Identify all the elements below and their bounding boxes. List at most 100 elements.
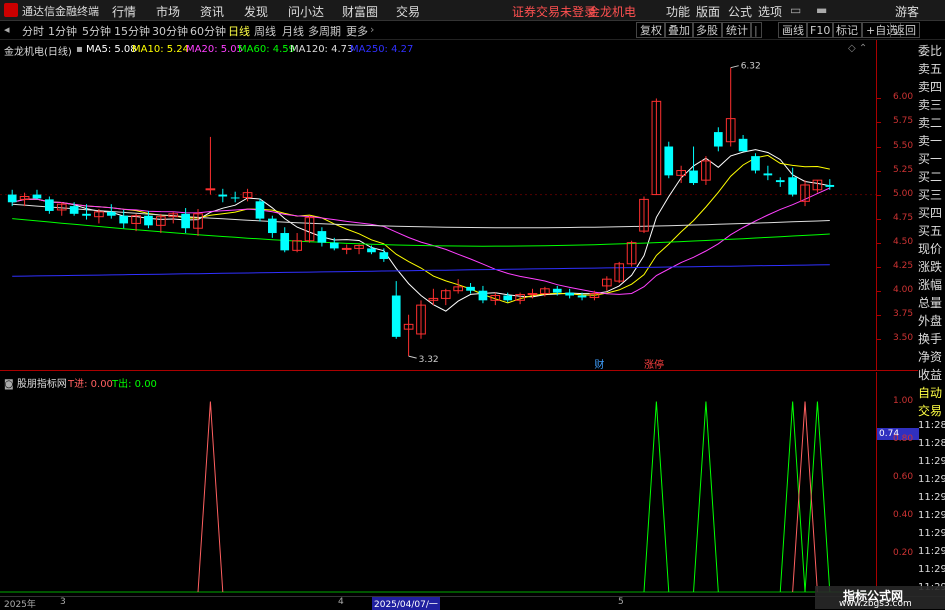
candle <box>453 279 464 294</box>
quote-panel-item[interactable]: 11:29 <box>918 528 945 539</box>
candle <box>565 288 574 299</box>
candle <box>280 227 290 253</box>
menu-market-quotes[interactable]: 行情 <box>112 3 136 20</box>
quote-panel-item[interactable]: 11:29 <box>918 474 945 485</box>
price-tick-label: 4.25 <box>893 260 914 271</box>
quote-panel-item: 买三 <box>918 188 943 202</box>
ma20-line <box>12 187 831 295</box>
price-tick-mark <box>877 290 881 292</box>
candle-body <box>478 290 488 301</box>
candle <box>800 180 810 207</box>
quote-panel-item[interactable]: 11:28 <box>918 420 945 431</box>
candle <box>218 188 228 203</box>
kline-chart[interactable]: 6.32 3.32 财 涨停 <box>0 40 876 370</box>
time-label-month-5: 5 <box>618 597 624 607</box>
period-1min[interactable]: 1分钟 <box>48 23 77 39</box>
quote-panel-item[interactable]: 11:28 <box>918 438 945 449</box>
event-label-finance: 财 <box>594 358 604 370</box>
indicator-chart[interactable] <box>0 372 876 594</box>
quote-panel-item: 卖二 <box>918 116 943 130</box>
restore-right-button[interactable]: 复权 <box>636 22 666 38</box>
candle <box>268 215 277 238</box>
price-tick-label: 4.75 <box>893 212 914 223</box>
collapse-icon[interactable]: ◂ <box>4 23 10 36</box>
candle <box>304 215 315 243</box>
period-daily[interactable]: 日线 <box>228 23 250 39</box>
candle-body <box>69 206 79 214</box>
candle-body <box>738 138 748 152</box>
quote-panel-item: 外盘 <box>918 314 943 328</box>
menu-function[interactable]: 功能 <box>666 3 690 20</box>
menu-options[interactable]: 选项 <box>758 3 782 20</box>
quote-panel-item[interactable]: 交易 <box>918 402 945 419</box>
ma250-line <box>12 264 830 277</box>
candle <box>156 213 166 234</box>
mark-button[interactable]: 标记 <box>832 22 862 38</box>
period-30min[interactable]: 30分钟 <box>152 23 188 39</box>
price-tick-mark <box>877 242 881 244</box>
login-notice[interactable]: 证券交易未登录 <box>512 3 596 20</box>
app-name: 通达信金融终端 <box>22 5 99 18</box>
candle-body <box>45 199 54 211</box>
candle-body <box>106 211 116 216</box>
statistics-button[interactable]: 统计 <box>722 22 752 38</box>
candle-body <box>230 197 240 199</box>
period-more[interactable]: 更多 <box>346 23 368 39</box>
quote-panel-item[interactable]: 11:29 <box>918 492 945 503</box>
candle-body <box>689 170 698 184</box>
menu-ask[interactable]: 问小达 <box>288 3 324 20</box>
price-tick-label: 4.50 <box>893 236 914 247</box>
user-guest[interactable]: 游客 <box>895 3 919 20</box>
period-multi[interactable]: 多周期 <box>308 23 341 39</box>
quote-panel-item: 卖五 <box>918 62 943 76</box>
price-tick-label: 3.50 <box>893 332 914 343</box>
high-price-label: 6.32 <box>741 62 761 72</box>
menu-wealth[interactable]: 财富圈 <box>342 3 378 20</box>
period-monthly[interactable]: 月线 <box>282 23 304 39</box>
quote-panel-item[interactable]: 自动 <box>918 384 945 401</box>
candle <box>601 276 612 291</box>
period-5min[interactable]: 5分钟 <box>82 23 111 39</box>
candle <box>466 283 475 294</box>
candle <box>7 189 17 207</box>
multi-stock-button[interactable]: 多股 <box>692 22 722 38</box>
quote-panel-item[interactable]: 11:29 <box>918 546 945 557</box>
quote-panel-item[interactable]: 11:29 <box>918 510 945 521</box>
candle <box>32 189 42 200</box>
draw-line-button[interactable]: 画线 <box>778 22 808 38</box>
f10-button[interactable]: F10 <box>806 22 835 38</box>
candle-body <box>280 233 290 251</box>
candle-body <box>367 248 376 253</box>
period-15min[interactable]: 15分钟 <box>114 23 150 39</box>
candle <box>181 208 190 234</box>
menu-discover[interactable]: 发现 <box>244 3 268 20</box>
menu-trade[interactable]: 交易 <box>396 3 420 20</box>
signal-peak <box>804 401 831 593</box>
candle <box>614 261 625 284</box>
app-logo-icon <box>4 3 18 17</box>
period-weekly[interactable]: 周线 <box>254 23 276 39</box>
candle <box>56 202 67 216</box>
candle <box>775 177 785 187</box>
price-tick-label: 5.25 <box>893 164 914 175</box>
menu-news[interactable]: 资讯 <box>200 3 224 20</box>
back-button[interactable]: 返回 <box>890 22 920 38</box>
price-tick-label: 3.75 <box>893 308 914 319</box>
quote-panel-item: 涨幅 <box>918 278 943 292</box>
indicator-tick-label: 1.00 <box>893 395 914 406</box>
menu-market[interactable]: 市场 <box>156 3 180 20</box>
indicator-tick-label: 0.60 <box>893 471 914 482</box>
overlay-button[interactable]: 叠加 <box>664 22 694 38</box>
more-arrow-icon[interactable]: › <box>370 23 374 36</box>
candle <box>788 167 797 197</box>
quote-panel-item[interactable]: 11:29 <box>918 456 945 467</box>
period-60min[interactable]: 60分钟 <box>190 23 226 39</box>
menu-formula[interactable]: 公式 <box>728 3 752 20</box>
window-minimize-icon[interactable]: ▬ <box>816 3 827 17</box>
time-label-month-4: 4 <box>338 597 344 607</box>
menu-layout[interactable]: 版面 <box>696 3 720 20</box>
window-restore-icon[interactable]: ▭ <box>790 3 801 17</box>
period-timeshare[interactable]: 分时 <box>22 23 44 39</box>
quote-panel-item[interactable]: 11:29 <box>918 564 945 575</box>
candle <box>651 98 662 196</box>
